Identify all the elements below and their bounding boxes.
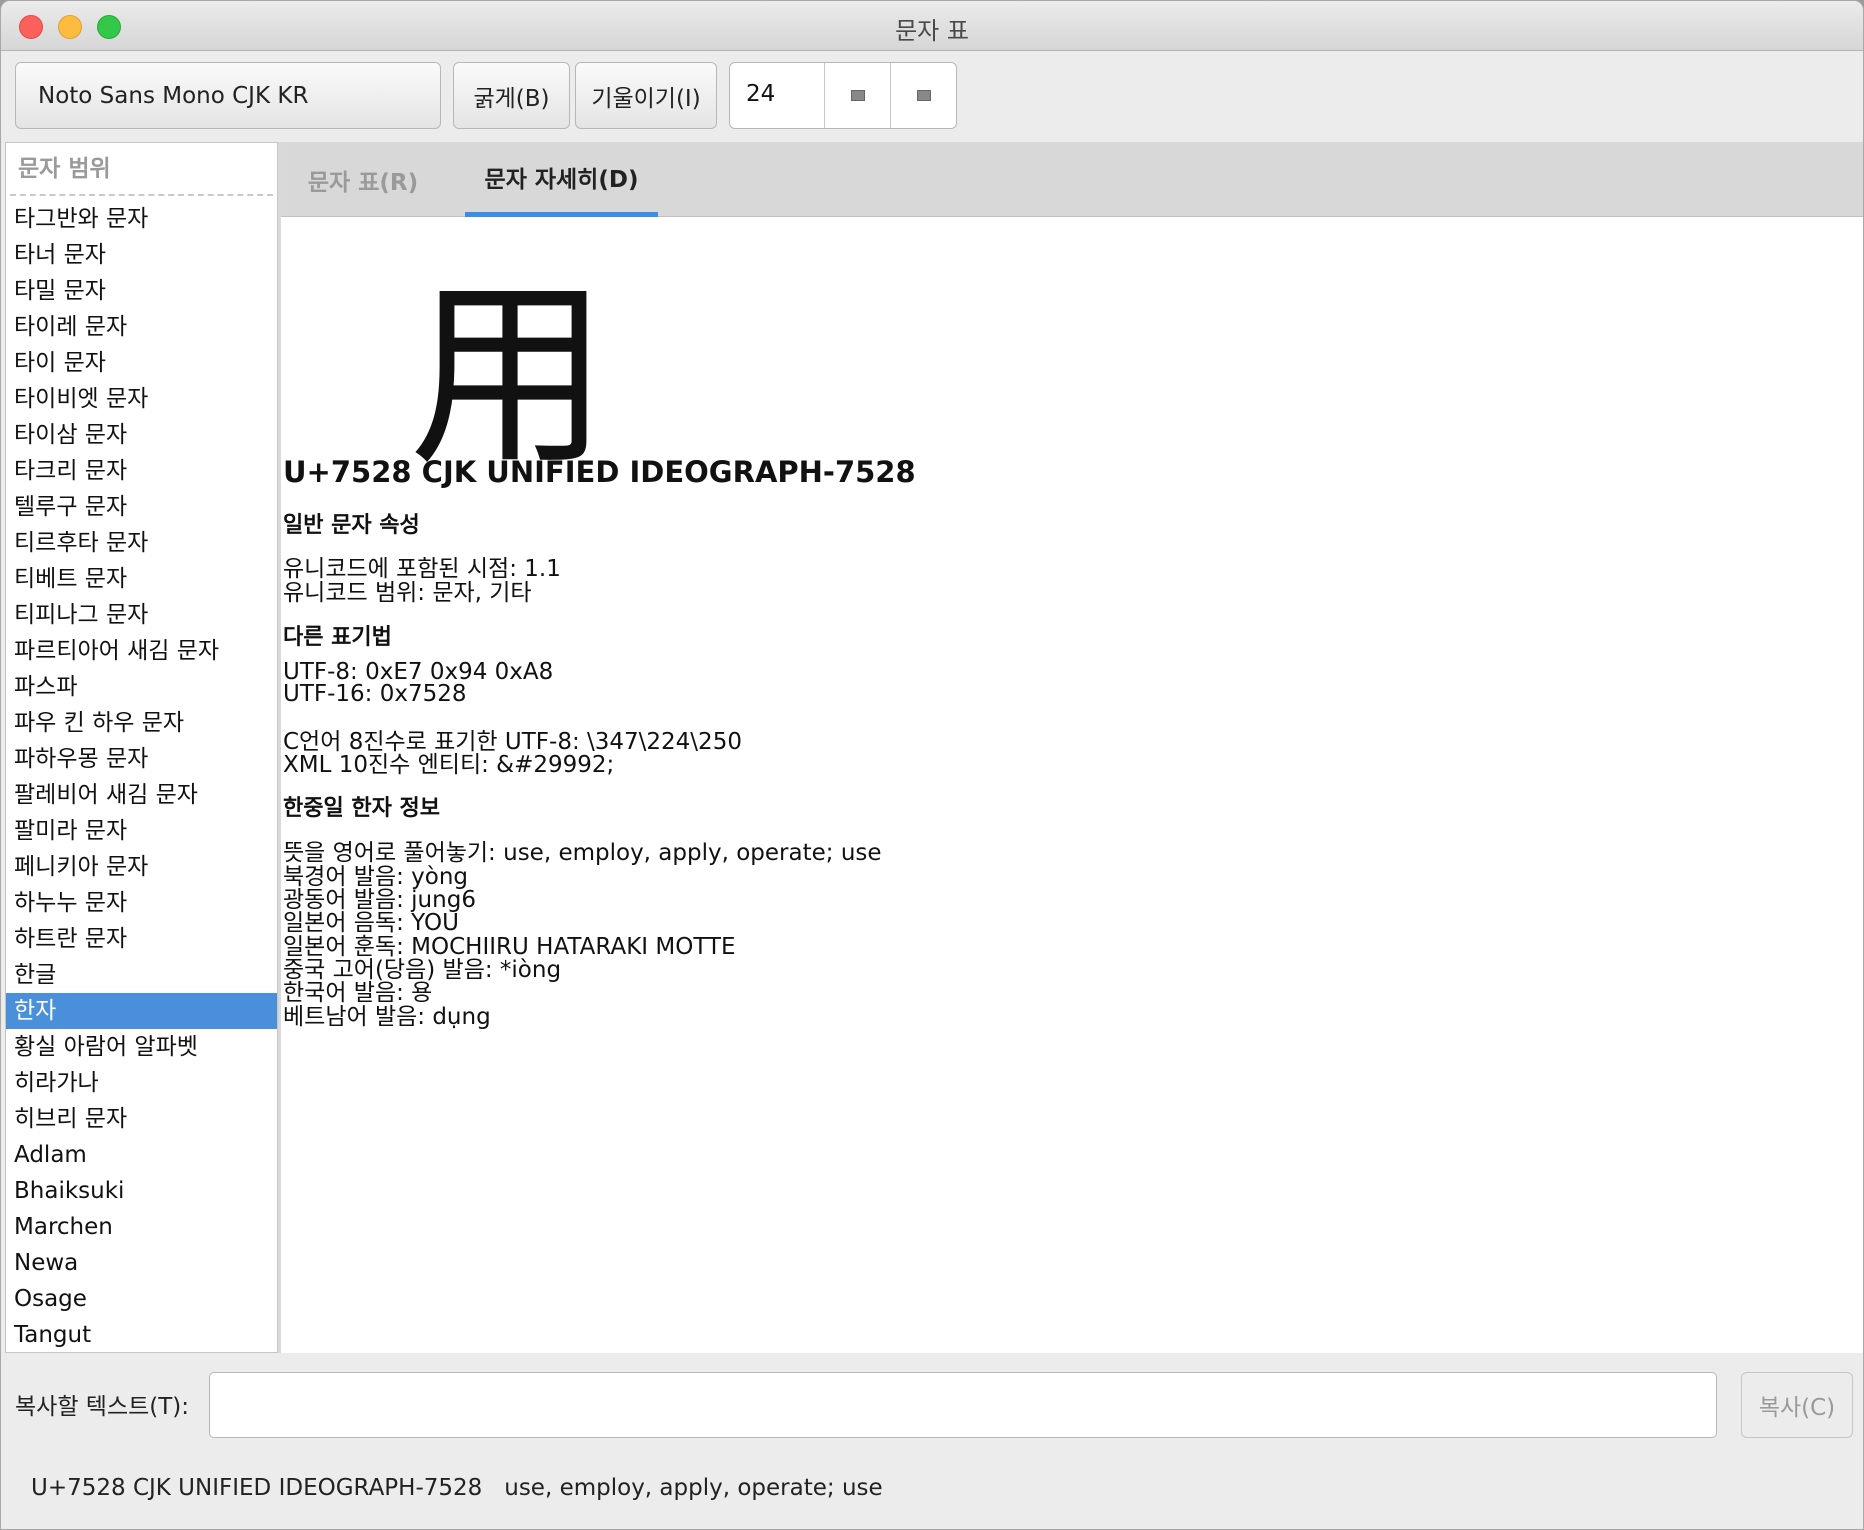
utf16-value: UTF-16: 0x7528 (283, 681, 467, 707)
character-detail-pane: 用 U+7528 CJK UNIFIED IDEOGRAPH-7528 일반 문… (281, 217, 1863, 1353)
tab-character-details[interactable]: 문자 자세히(D) (465, 142, 658, 217)
script-range-item[interactable]: 페니키아 문자 (6, 849, 277, 885)
script-range-item[interactable]: 타밀 문자 (6, 273, 277, 309)
title-bar[interactable]: 문자 표 (1, 1, 1863, 51)
other-notation-title: 다른 표기법 (283, 625, 392, 650)
script-range-item[interactable]: Marchen (6, 1209, 277, 1245)
range-search-placeholder[interactable]: 문자 범위 (18, 149, 111, 183)
script-range-item[interactable]: 황실 아람어 알파벳 (6, 1029, 277, 1065)
script-range-item[interactable]: Osage (6, 1281, 277, 1317)
status-line: U+7528 CJK UNIFIED IDEOGRAPH-7528 use, e… (31, 1475, 883, 1501)
character-glyph: 用 (409, 260, 610, 493)
font-select-button[interactable]: Noto Sans Mono CJK KR (15, 62, 441, 129)
script-range-item[interactable]: 타너 문자 (6, 237, 277, 273)
character-map-window: 문자 표 Noto Sans Mono CJK KR 굵게(B) 기울이기(I)… (0, 0, 1864, 1530)
increase-icon (917, 90, 931, 101)
increase-size-button[interactable] (892, 63, 956, 128)
decrease-size-button[interactable] (826, 63, 890, 128)
script-range-item[interactable]: Adlam (6, 1137, 277, 1173)
font-size-spinner[interactable]: 24 (729, 62, 957, 129)
decrease-icon (851, 90, 865, 101)
general-properties-title: 일반 문자 속성 (283, 513, 420, 538)
spinner-divider (890, 63, 891, 128)
script-range-item[interactable]: 타이비엣 문자 (6, 381, 277, 417)
status-meaning: use, employ, apply, operate; use (504, 1475, 883, 1501)
italic-button[interactable]: 기울이기(I) (575, 62, 717, 129)
script-range-list[interactable]: 타그반와 문자 타너 문자 타밀 문자 타이레 문자 타이 문자 타이비엣 문자 타이삼 문… (6, 201, 277, 1352)
script-range-item[interactable]: 타이삼 문자 (6, 417, 277, 453)
tab-bar: 문자 표(R) 문자 자세히(D) (281, 142, 1863, 217)
script-range-item[interactable]: Bhaiksuki (6, 1173, 277, 1209)
script-range-item[interactable]: Newa (6, 1245, 277, 1281)
script-range-item[interactable]: 한글 (6, 957, 277, 993)
vietnamese-reading: 베트남어 발음: dụng (283, 1004, 491, 1030)
script-range-item[interactable]: 타이 문자 (6, 345, 277, 381)
copy-text-field[interactable] (209, 1372, 1717, 1438)
tab-character-chart[interactable]: 문자 표(R) (291, 142, 435, 217)
script-range-item[interactable]: 하트란 문자 (6, 921, 277, 957)
script-range-item[interactable]: 타그반와 문자 (6, 201, 277, 237)
script-range-item[interactable]: 티르후타 문자 (6, 525, 277, 561)
copy-bar: 복사할 텍스트(T): 복사(C) U+7528 CJK UNIFIED IDE… (1, 1353, 1863, 1529)
script-range-item[interactable]: 티피나그 문자 (6, 597, 277, 633)
script-range-item[interactable]: 팔레비어 새김 문자 (6, 777, 277, 813)
search-separator (10, 194, 273, 196)
toolbar: Noto Sans Mono CJK KR 굵게(B) 기울이기(I) 24 (1, 51, 1863, 143)
script-range-item[interactable]: 파르티아어 새김 문자 (6, 633, 277, 669)
character-name-heading: U+7528 CJK UNIFIED IDEOGRAPH-7528 (283, 455, 916, 489)
script-range-item[interactable]: 타크리 문자 (6, 453, 277, 489)
script-range-item[interactable]: 한자 (6, 993, 277, 1029)
script-range-item[interactable]: 타이레 문자 (6, 309, 277, 345)
status-codepoint: U+7528 CJK UNIFIED IDEOGRAPH-7528 (31, 1475, 483, 1501)
bold-button[interactable]: 굵게(B) (453, 62, 570, 129)
copy-text-label: 복사할 텍스트(T): (15, 1394, 190, 1420)
script-range-item[interactable]: Tangut (6, 1317, 277, 1352)
unicode-category: 유니코드 범위: 문자, 기타 (283, 580, 532, 606)
script-range-item[interactable]: 팔미라 문자 (6, 813, 277, 849)
script-range-item[interactable]: 파하우몽 문자 (6, 741, 277, 777)
script-range-item[interactable]: 하누누 문자 (6, 885, 277, 921)
script-range-panel: 문자 범위 타그반와 문자 타너 문자 타밀 문자 타이레 문자 타이 문자 타이비엣 문… (5, 142, 278, 1353)
script-range-item[interactable]: 티베트 문자 (6, 561, 277, 597)
cjk-info-title: 한중일 한자 정보 (283, 796, 440, 821)
font-size-value[interactable]: 24 (746, 81, 775, 107)
script-range-item[interactable]: 히브리 문자 (6, 1101, 277, 1137)
spinner-divider (824, 63, 825, 128)
script-range-item[interactable]: 파우 킨 하우 문자 (6, 705, 277, 741)
xml-entity-value: XML 10진수 엔티티: &#29992; (283, 752, 615, 778)
copy-button[interactable]: 복사(C) (1741, 1372, 1853, 1438)
script-range-item[interactable]: 텔루구 문자 (6, 489, 277, 525)
window-title: 문자 표 (895, 17, 969, 45)
script-range-item[interactable]: 파스파 (6, 669, 277, 705)
script-range-item[interactable]: 히라가나 (6, 1065, 277, 1101)
